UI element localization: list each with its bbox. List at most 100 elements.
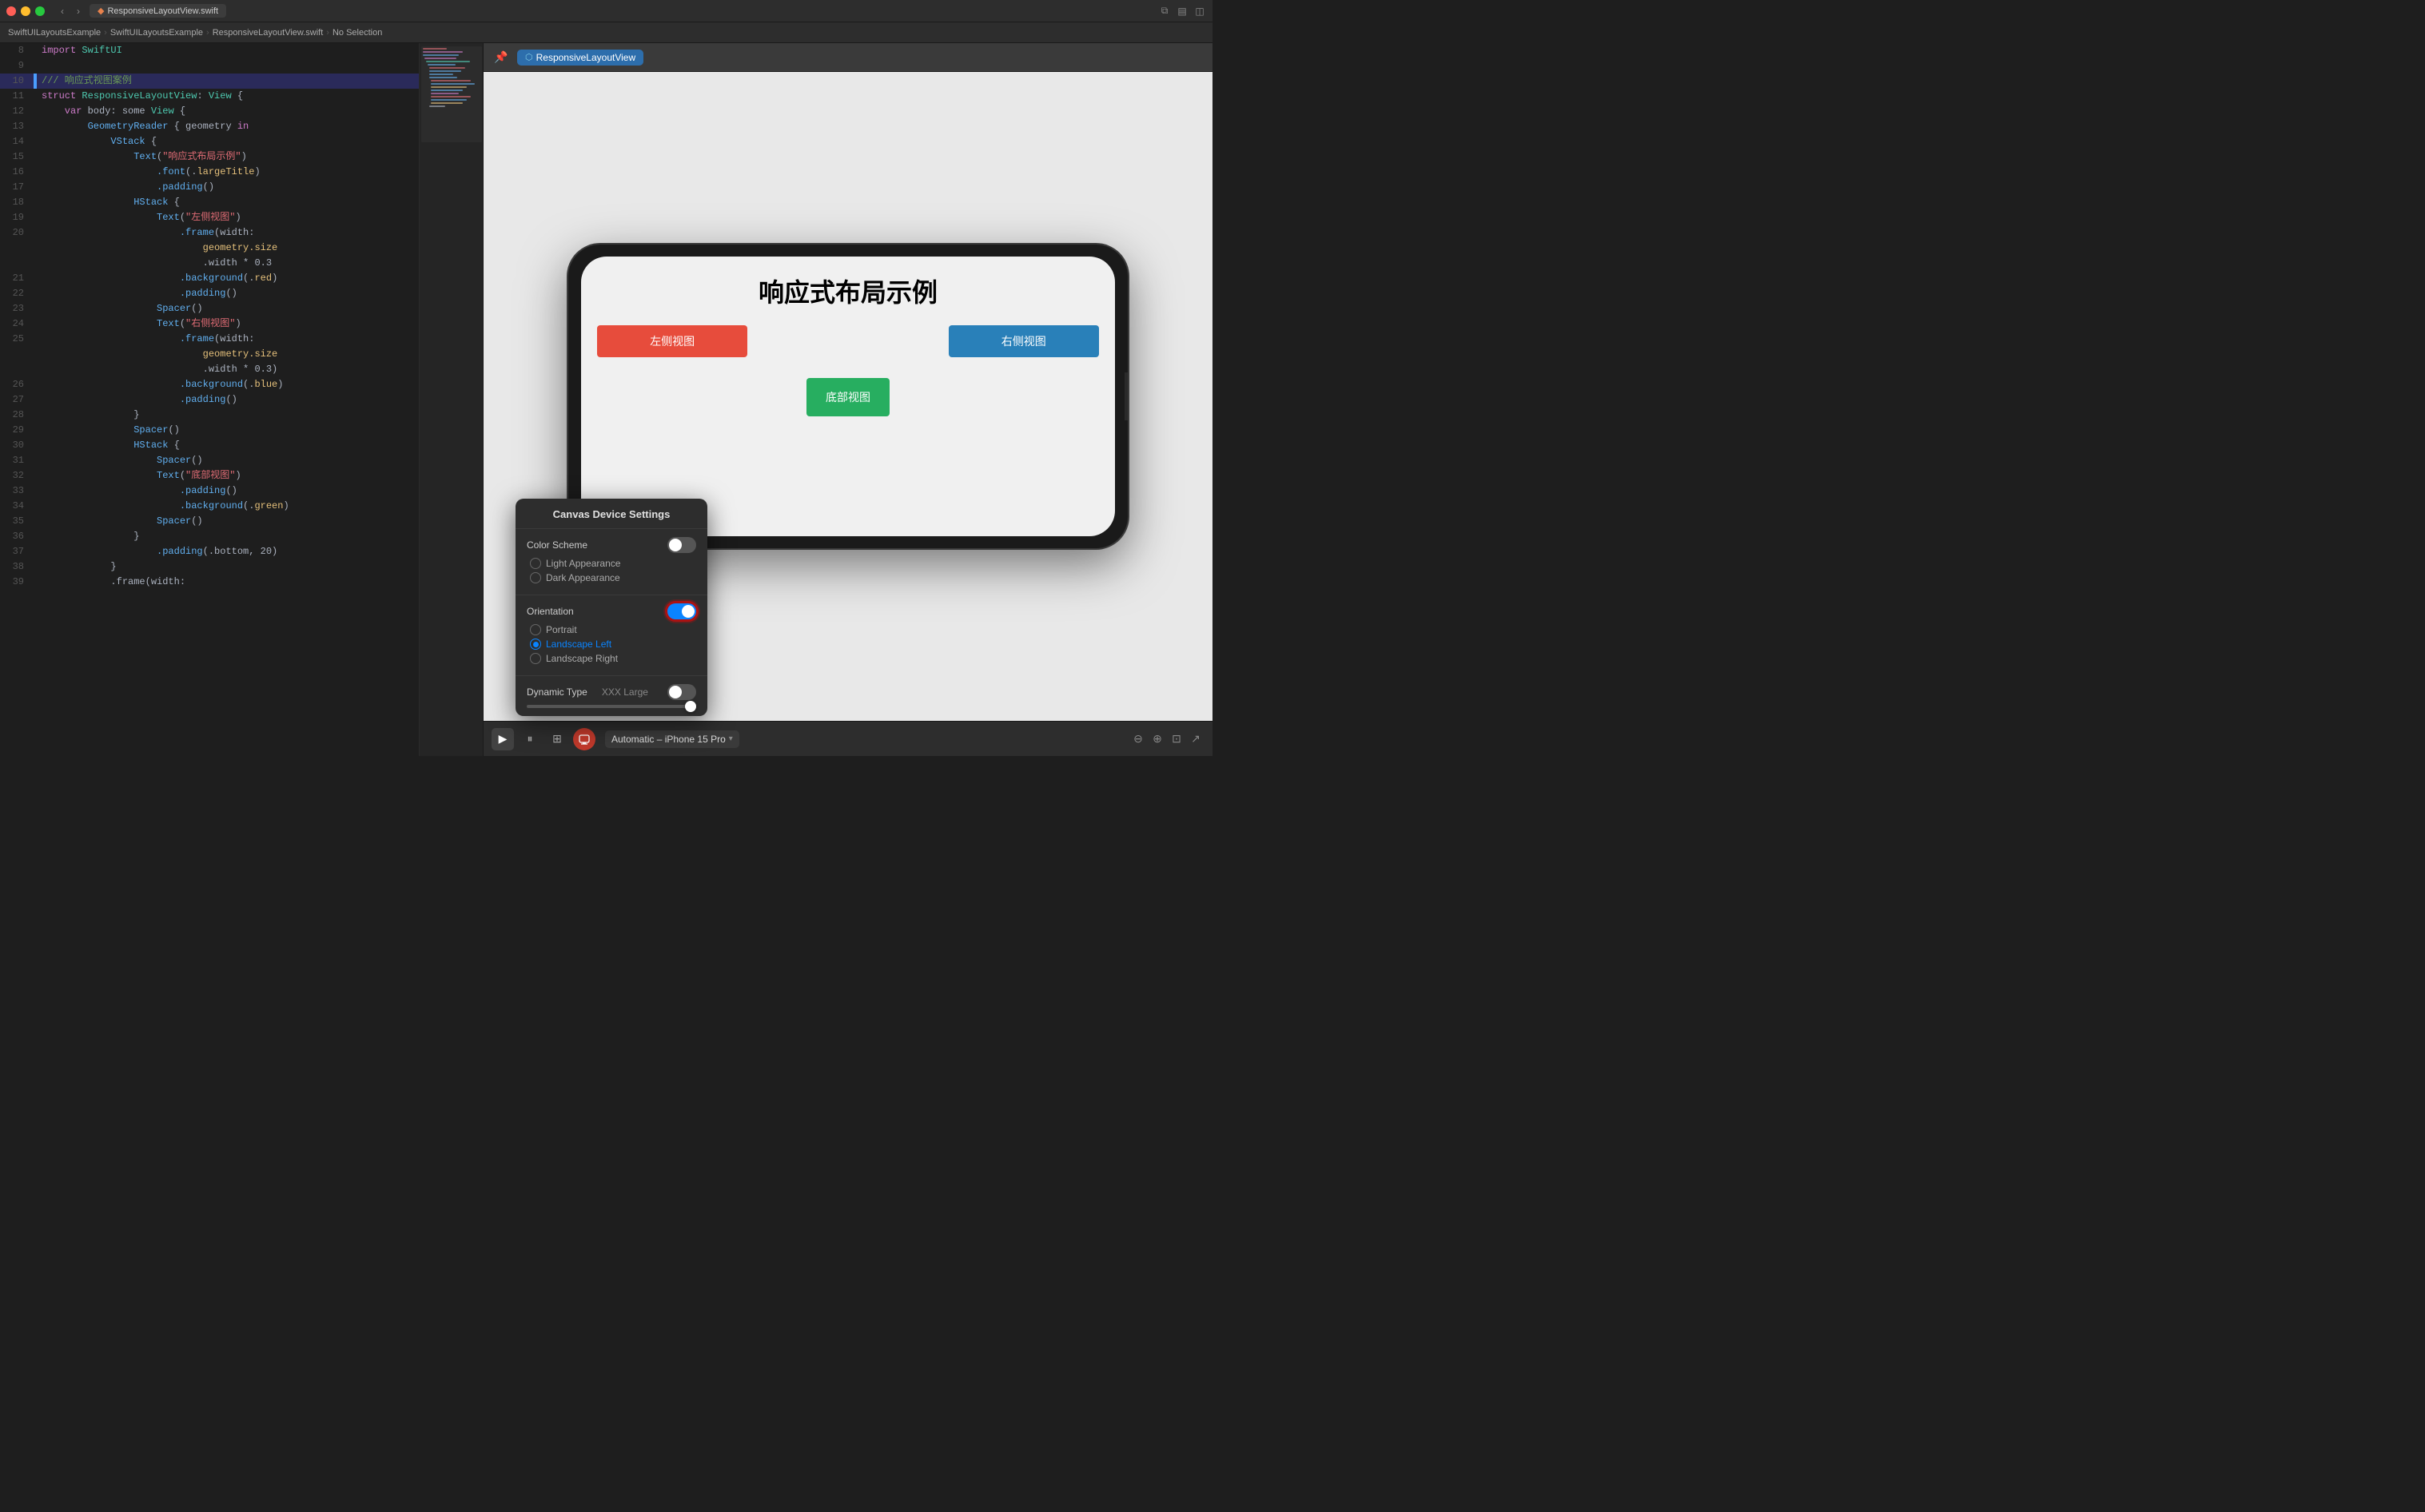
sidebar-toggle-icon[interactable]: ◫ — [1193, 5, 1206, 18]
breadcrumb-item-3[interactable]: ResponsiveLayoutView.swift — [213, 28, 324, 38]
code-line: 14 VStack { — [0, 134, 419, 149]
line-number: 26 — [0, 377, 34, 392]
line-content[interactable]: /// 响应式视图案例 — [37, 74, 419, 89]
line-content[interactable]: Text("左侧视图") — [37, 210, 419, 225]
zoom-fit-button[interactable]: ⊡ — [1168, 730, 1185, 748]
code-token: .padding — [42, 288, 225, 299]
line-content[interactable]: Text("右侧视图") — [37, 316, 419, 332]
line-content[interactable]: geometry.size — [37, 347, 419, 362]
line-number: 24 — [0, 316, 34, 332]
zoom-out-button[interactable]: ⊖ — [1129, 730, 1147, 748]
line-content[interactable]: Spacer() — [37, 423, 419, 438]
code-line: 22 .padding() — [0, 286, 419, 301]
code-lines[interactable]: 8import SwiftUI910/// 响应式视图案例11struct Re… — [0, 43, 419, 756]
dynamic-type-slider[interactable] — [527, 705, 696, 708]
line-content[interactable]: Spacer() — [37, 301, 419, 316]
code-token: () — [168, 424, 179, 436]
dynamic-type-label: Dynamic Type — [527, 686, 587, 698]
play-button[interactable]: ▶ — [492, 728, 514, 750]
code-token: ) — [254, 166, 260, 177]
code-token: } — [42, 561, 117, 572]
line-content[interactable]: .padding() — [37, 392, 419, 408]
code-token: ) — [283, 500, 289, 511]
code-token: ) — [241, 151, 247, 162]
preview-tab[interactable]: ⬡ ResponsiveLayoutView — [517, 50, 643, 66]
portrait-option[interactable]: Portrait — [530, 624, 696, 635]
line-content[interactable]: HStack { — [37, 195, 419, 210]
device-settings-button[interactable] — [573, 728, 595, 750]
pin-button[interactable]: 📌 — [492, 48, 511, 67]
layout-icon[interactable]: ▤ — [1176, 5, 1189, 18]
line-content[interactable] — [37, 58, 419, 74]
code-token: Text — [42, 318, 180, 329]
breadcrumb-item-1[interactable]: SwiftUILayoutsExample — [8, 28, 101, 38]
line-number: 25 — [0, 332, 34, 347]
code-line: 19 Text("左侧视图") — [0, 210, 419, 225]
line-content[interactable]: VStack { — [37, 134, 419, 149]
line-content[interactable]: .frame(width: — [37, 575, 419, 590]
back-arrow-icon[interactable]: ‹ — [56, 5, 69, 18]
line-content[interactable]: geometry.size — [37, 241, 419, 256]
code-line: 37 .padding(.bottom, 20) — [0, 544, 419, 559]
line-content[interactable]: Spacer() — [37, 453, 419, 468]
color-scheme-toggle[interactable] — [667, 537, 696, 553]
line-content[interactable]: .background(.green) — [37, 499, 419, 514]
dynamic-type-toggle[interactable] — [667, 684, 696, 700]
line-content[interactable]: Text("响应式布局示例") — [37, 149, 419, 165]
landscape-left-option[interactable]: Landscape Left — [530, 639, 696, 650]
line-content[interactable]: .font(.largeTitle) — [37, 165, 419, 180]
line-content[interactable]: import SwiftUI — [37, 43, 419, 58]
minimize-button[interactable] — [21, 6, 30, 16]
line-content[interactable]: .padding(.bottom, 20) — [37, 544, 419, 559]
line-content[interactable]: .padding() — [37, 483, 419, 499]
line-content[interactable]: .background(.red) — [37, 271, 419, 286]
line-content[interactable]: struct ResponsiveLayoutView: View { — [37, 89, 419, 104]
line-content[interactable]: Spacer() — [37, 514, 419, 529]
line-number: 8 — [0, 43, 34, 58]
line-content[interactable]: } — [37, 529, 419, 544]
light-appearance-option[interactable]: Light Appearance — [530, 558, 696, 569]
breadcrumb-sep-1: › — [104, 28, 107, 38]
zoom-in-button[interactable]: ⊕ — [1149, 730, 1166, 748]
line-content[interactable]: .padding() — [37, 180, 419, 195]
line-content[interactable]: .width * 0.3 — [37, 256, 419, 271]
line-number: 37 — [0, 544, 34, 559]
code-line: 12 var body: some View { — [0, 104, 419, 119]
forward-arrow-icon[interactable]: › — [72, 5, 85, 18]
pause-button[interactable]: ⏸ — [519, 728, 541, 750]
line-content[interactable]: .frame(width: — [37, 225, 419, 241]
line-content[interactable]: .background(.blue) — [37, 377, 419, 392]
code-line: geometry.size — [0, 241, 419, 256]
split-icon[interactable]: ⧉ — [1158, 5, 1171, 18]
device-selector[interactable]: Automatic – iPhone 15 Pro ▾ — [605, 730, 739, 748]
line-content[interactable]: } — [37, 559, 419, 575]
line-content[interactable]: .frame(width: — [37, 332, 419, 347]
line-number: 10 — [0, 74, 34, 89]
line-content[interactable]: HStack { — [37, 438, 419, 453]
dark-appearance-option[interactable]: Dark Appearance — [530, 572, 696, 583]
landscape-right-option[interactable]: Landscape Right — [530, 653, 696, 664]
grid-button[interactable]: ⊞ — [546, 728, 568, 750]
bottom-bar: ▶ ⏸ ⊞ Automatic – iPhone 15 Pro ▾ ⊖ ⊕ ⊡ … — [484, 721, 1212, 756]
line-content[interactable]: .width * 0.3) — [37, 362, 419, 377]
line-content[interactable]: } — [37, 408, 419, 423]
line-content[interactable]: GeometryReader { geometry in — [37, 119, 419, 134]
line-number: 21 — [0, 271, 34, 286]
maximize-button[interactable] — [35, 6, 45, 16]
code-token: { — [232, 90, 243, 101]
breadcrumb-item-2[interactable]: SwiftUILayoutsExample — [110, 28, 203, 38]
dynamic-type-value: XXX Large — [602, 686, 648, 698]
code-line: 28 } — [0, 408, 419, 423]
orientation-toggle[interactable] — [667, 603, 696, 619]
chevron-down-icon: ▾ — [729, 734, 733, 743]
line-content[interactable]: .padding() — [37, 286, 419, 301]
line-content[interactable]: var body: some View { — [37, 104, 419, 119]
code-token: } — [42, 409, 139, 420]
phone-content-row: 左侧视图 右侧视图 — [597, 325, 1099, 357]
close-button[interactable] — [6, 6, 16, 16]
code-line: 13 GeometryReader { geometry in — [0, 119, 419, 134]
tab-swift-file[interactable]: ◆ ResponsiveLayoutView.swift — [90, 4, 226, 18]
slider-thumb — [685, 701, 696, 712]
zoom-actual-button[interactable]: ↗ — [1187, 730, 1205, 748]
line-content[interactable]: Text("底部视图") — [37, 468, 419, 483]
